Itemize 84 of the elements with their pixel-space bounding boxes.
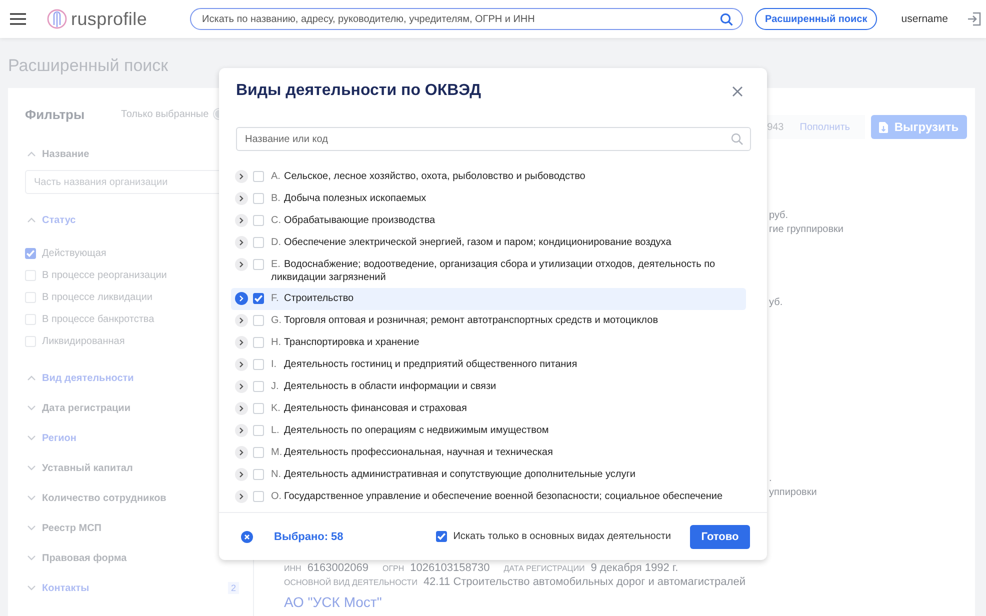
checkbox[interactable] — [436, 531, 448, 542]
expand-chevron-icon[interactable] — [235, 490, 248, 503]
checkmark-icon — [254, 295, 263, 302]
activity-row[interactable]: H. Транспортировка и хранение — [231, 332, 746, 354]
field-label: ОГРН — [382, 564, 404, 573]
logo-text[interactable]: rusprofile — [71, 8, 148, 30]
field-label: ДАТА РЕГИСТРАЦИИ — [504, 564, 585, 573]
activity-label: I. Деятельность гостиниц и предприятий общественного питания — [271, 358, 578, 371]
logo-icon — [47, 9, 67, 29]
expand-chevron-icon[interactable] — [235, 170, 248, 183]
text-fragment: руб. — [769, 209, 790, 223]
expand-chevron-icon[interactable] — [235, 258, 248, 271]
activity-row[interactable]: O. Государственное управление и обеспечение военной безопасности; социальное обеспечение — [231, 486, 746, 508]
field-value: 1026103158730 — [410, 562, 490, 574]
checkbox[interactable] — [25, 248, 36, 258]
expand-chevron-icon[interactable] — [235, 446, 248, 459]
count-badge: 2 — [228, 582, 240, 594]
file-download-icon — [879, 122, 888, 132]
field-value: 9 декабря 1992 г. — [590, 562, 678, 574]
clear-icon[interactable] — [241, 530, 253, 542]
expand-chevron-icon[interactable] — [235, 424, 248, 437]
balance-count: 943 — [767, 122, 784, 132]
field-value: 6163002069 — [307, 562, 368, 574]
activity-row[interactable]: K. Деятельность финансовая и страховая — [231, 398, 746, 420]
activity-row[interactable]: J. Деятельность в области информации и связи — [231, 376, 746, 398]
expand-chevron-icon[interactable] — [235, 292, 248, 305]
dialog-title: Виды деятельности по ОКВЭД — [236, 82, 482, 100]
activity-label: M. Деятельность профессиональная, научная и техническая — [271, 446, 553, 459]
expand-chevron-icon[interactable] — [235, 314, 248, 327]
activity-label: E. Водоснабжение; водоотведение, организация сбора и утилизации отходов, деятельность по ликвидации загрязнений — [271, 258, 716, 284]
activity-row[interactable]: N. Деятельность административная и сопутствующие дополнительные услуги — [231, 464, 746, 486]
only-selected-label: Только выбранные — [121, 108, 209, 120]
activity-row[interactable]: F. Строительство — [231, 288, 746, 310]
page-title: Расширенный поиск — [7, 55, 170, 77]
activity-row[interactable]: C. Обрабатывающие производства — [231, 210, 746, 232]
activity-label: A. Сельское, лесное хозяйство, охота, рыболовство и рыбоводство — [271, 170, 586, 183]
activity-label: H. Транспортировка и хранение — [271, 336, 420, 349]
activity-label: N. Деятельность административная и сопутствующие дополнительные услуги — [271, 468, 636, 481]
activity-row[interactable]: I. Деятельность гостиниц и предприятий общественного питания — [231, 354, 746, 376]
expand-chevron-icon[interactable] — [235, 380, 248, 393]
search-field[interactable]: Искать по названию, адресу, руководителю, учредителям, ОГРН и ИНН — [190, 8, 744, 30]
search-icon[interactable] — [731, 133, 743, 145]
search-icon[interactable] — [720, 13, 734, 26]
activity-row[interactable]: E. Водоснабжение; водоотведение, организация сбора и утилизации отходов, деятельность по ликвидации загрязнений — [231, 254, 746, 288]
checkmark-icon — [437, 533, 446, 540]
checkbox[interactable] — [253, 293, 264, 304]
menu-icon[interactable] — [10, 13, 26, 25]
advanced-search-button[interactable]: Расширенный поиск — [755, 8, 878, 30]
expand-chevron-icon[interactable] — [235, 236, 248, 249]
text-fragment: . — [769, 472, 773, 486]
activity-label: F. Строительство — [271, 292, 354, 305]
expand-chevron-icon[interactable] — [235, 402, 248, 415]
done-button[interactable]: Готово — [690, 524, 750, 548]
activity-row[interactable]: L. Деятельность по операциям с недвижимым имуществом — [231, 420, 746, 442]
text-fragment: уб. — [769, 296, 784, 310]
activity-label: D. Обеспечение электрической энергией, газом и паром; кондиционирование воздуха — [271, 236, 672, 249]
activity-row[interactable]: D. Обеспечение электрической энергией, газом и паром; кондиционирование воздуха — [231, 232, 746, 254]
activity-row[interactable]: G. Торговля оптовая и розничная; ремонт автотранспортных средств и мотоциклов — [231, 310, 746, 332]
expand-chevron-icon[interactable] — [235, 336, 248, 349]
expand-chevron-icon[interactable] — [235, 358, 248, 371]
username[interactable]: username — [901, 13, 948, 25]
filters-title: Фильтры — [25, 106, 86, 122]
checkbox-label[interactable]: Искать только в основных видах деятельности — [453, 531, 671, 542]
activity-label: K. Деятельность финансовая и страховая — [271, 402, 467, 415]
checkmark-icon — [26, 250, 35, 256]
logout-icon[interactable] — [966, 12, 981, 26]
activity-label: L. Деятельность по операциям с недвижимым имуществом — [271, 424, 549, 437]
close-icon[interactable] — [732, 86, 743, 96]
activity-label: J. Деятельность в области информации и связи — [271, 380, 496, 393]
expand-chevron-icon[interactable] — [235, 214, 248, 227]
field-label: ИНН — [284, 564, 302, 573]
activity-label: C. Обрабатывающие производства — [271, 214, 436, 227]
activity-label: B. Добыча полезных ископаемых — [271, 192, 426, 205]
expand-chevron-icon[interactable] — [235, 468, 248, 481]
company-name-link[interactable]: АО "УСК Мост" — [284, 594, 975, 610]
selected-count: Выбрано: 58 — [274, 530, 344, 542]
field-label: ОСНОВНОЙ ВИД ДЕЯТЕЛЬНОСТИ — [284, 578, 418, 587]
text-fragment: гие группировки — [769, 223, 844, 237]
field-value: 42.11 Строительство автомобильных дорог и автомагистралей — [423, 576, 746, 588]
activity-label: G. Торговля оптовая и розничная; ремонт автотранспортных средств и мотоциклов — [271, 314, 658, 327]
activity-row[interactable]: M. Деятельность профессиональная, научная и техническая — [231, 442, 746, 464]
activity-label: O. Государственное управление и обеспечение военной безопасности; социальное обеспечение — [271, 490, 723, 503]
expand-chevron-icon[interactable] — [235, 192, 248, 205]
text-fragment: уппировки — [769, 486, 818, 500]
